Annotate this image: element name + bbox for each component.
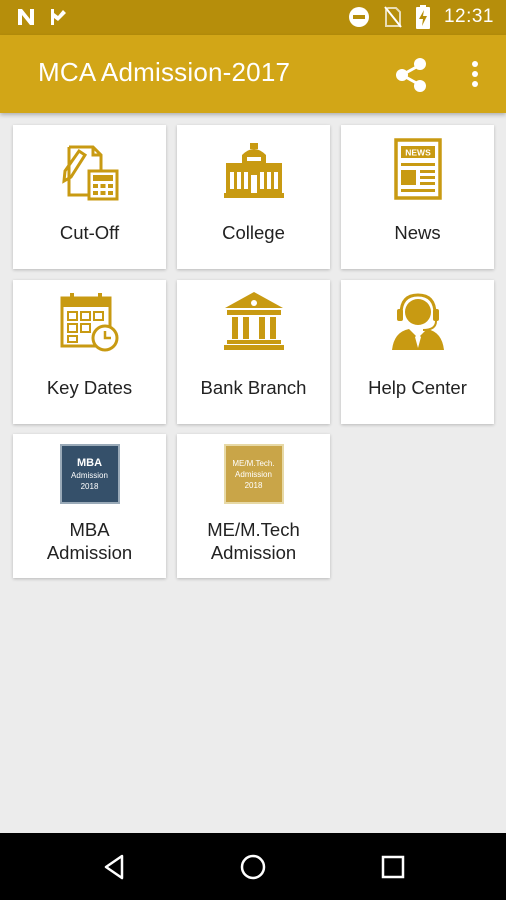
badge-line: 2018 bbox=[80, 482, 99, 491]
mba-admission-badge-icon: MBA Admission 2018 bbox=[59, 444, 120, 504]
status-bar: 12:31 bbox=[0, 0, 506, 35]
badge-line: Admission bbox=[71, 471, 108, 480]
back-icon[interactable] bbox=[100, 852, 130, 882]
badge-line: 2018 bbox=[244, 480, 263, 490]
tile-label: Cut-Off bbox=[59, 222, 120, 243]
tile-news[interactable]: NEWS News bbox=[341, 125, 494, 269]
recents-icon[interactable] bbox=[378, 852, 408, 882]
tile-me-mtech-admission[interactable]: ME/M.Tech. Admission 2018 ME/M.Tech Admi… bbox=[177, 434, 330, 578]
badge-line: MBA bbox=[76, 457, 103, 469]
svg-text:NEWS: NEWS bbox=[405, 148, 431, 158]
badge-line: Admission bbox=[235, 469, 272, 479]
tile-label: Key Dates bbox=[46, 377, 133, 398]
more-vert-icon[interactable] bbox=[462, 57, 488, 93]
home-icon[interactable] bbox=[238, 852, 268, 882]
badge-line: ME/M.Tech. bbox=[232, 458, 275, 468]
tile-label-line: Admission bbox=[210, 542, 297, 563]
tile-mba-admission[interactable]: MBA Admission 2018 MBA Admission bbox=[13, 434, 166, 578]
tile-label: News bbox=[394, 222, 441, 243]
tile-key-dates[interactable]: Key Dates bbox=[13, 280, 166, 424]
tile-bank-branch[interactable]: Bank Branch bbox=[177, 280, 330, 424]
newspaper-icon: NEWS bbox=[393, 138, 442, 200]
battery-charging-icon bbox=[415, 5, 430, 29]
tile-label: ME/M.Tech Admission bbox=[177, 518, 330, 564]
flag-notification-icon bbox=[51, 9, 66, 25]
navigation-bar bbox=[0, 833, 506, 900]
tile-label-line: Admission bbox=[46, 542, 133, 563]
college-building-icon bbox=[223, 143, 284, 198]
no-sim-icon bbox=[384, 6, 402, 28]
cutoff-calculator-icon bbox=[61, 145, 118, 201]
notification-icons bbox=[16, 7, 68, 27]
tile-label: MBA Admission bbox=[13, 518, 166, 564]
tile-college[interactable]: College bbox=[177, 125, 330, 269]
do-not-disturb-icon bbox=[348, 7, 369, 27]
app-bar: MCA Admission-2017 bbox=[0, 35, 506, 113]
calendar-clock-icon bbox=[60, 293, 118, 352]
tile-label-line: ME/M.Tech bbox=[207, 519, 300, 540]
tile-label: College bbox=[222, 222, 285, 243]
status-time: 12:31 bbox=[443, 6, 494, 27]
tile-label: Help Center bbox=[368, 377, 467, 398]
bank-icon bbox=[223, 292, 284, 350]
headset-support-icon bbox=[391, 293, 444, 350]
tile-label-line: MBA bbox=[69, 519, 110, 540]
tile-cut-off[interactable]: Cut-Off bbox=[13, 125, 166, 269]
tile-label: Bank Branch bbox=[200, 377, 307, 398]
tile-help-center[interactable]: Help Center bbox=[341, 280, 494, 424]
me-mtech-admission-badge-icon: ME/M.Tech. Admission 2018 bbox=[223, 444, 284, 504]
app-title: MCA Admission-2017 bbox=[38, 57, 291, 87]
n-notification-icon bbox=[18, 9, 34, 25]
share-icon[interactable] bbox=[392, 56, 430, 94]
system-status-icons: 12:31 bbox=[348, 5, 494, 29]
